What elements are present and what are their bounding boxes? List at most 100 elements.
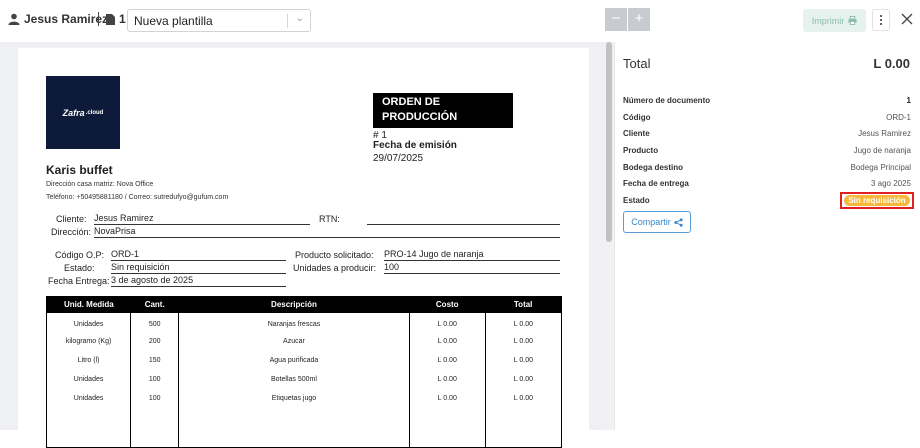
- direccion-label: Dirección:: [51, 227, 92, 237]
- cell-descripcion: Botellas 500ml: [178, 369, 410, 389]
- col-cantidad: Cant.: [130, 296, 179, 313]
- cell-unidad: Unidades: [45, 369, 132, 389]
- table-row: Unidades 100 Etiquetas jugo L 0.00 L 0.0…: [45, 388, 563, 408]
- empty-cell: [45, 407, 132, 448]
- document-count: 1: [106, 12, 126, 26]
- cell-descripcion: Naranjas frescas: [178, 312, 410, 332]
- unidades-value: 100: [384, 262, 560, 274]
- cell-unidad: Litro (l): [45, 350, 132, 370]
- field-value-producto: Jugo de naranja: [853, 146, 911, 155]
- cell-total: L 0.00: [484, 388, 563, 408]
- field-label-bodega: Bodega destino: [623, 163, 684, 172]
- cell-costo: L 0.00: [408, 388, 486, 408]
- col-costo: Costo: [409, 296, 486, 313]
- template-select[interactable]: Nueva plantilla ⌄: [127, 9, 311, 32]
- more-options-button[interactable]: [872, 9, 890, 31]
- top-bar: Jesus Ramirez 1 Nueva plantilla ⌄ − + Im…: [0, 0, 920, 42]
- cell-descripcion: Azucar: [178, 331, 410, 351]
- logo-suffix: .cloud: [85, 109, 104, 116]
- user-icon: [8, 13, 20, 25]
- field-value-fecha-entrega: 3 ago 2025: [870, 179, 911, 188]
- document-preview-area[interactable]: Zafra .cloud ORDEN DE PRODUCCIÓN # 1 Fech…: [0, 42, 604, 448]
- print-button-label: Imprimir: [811, 15, 845, 26]
- cell-costo: L 0.00: [408, 350, 486, 370]
- cell-unidad: Unidades: [45, 388, 132, 408]
- share-button-label: Compartir: [631, 217, 671, 227]
- empty-cell: [178, 407, 410, 448]
- producto-label: Producto solicitado:: [295, 250, 374, 260]
- table-empty-row: [45, 407, 563, 448]
- more-dot: [880, 19, 882, 21]
- empty-cell: [130, 407, 180, 448]
- select-divider: [287, 14, 288, 28]
- field-label-cliente: Cliente: [623, 129, 650, 138]
- header-divider: [98, 12, 99, 26]
- producto-value: PRO-14 Jugo de naranja: [384, 249, 560, 261]
- user-name: Jesus Ramirez: [24, 12, 109, 26]
- field-label-codigo: Código: [623, 113, 651, 122]
- company-name: Karis buffet: [46, 163, 113, 177]
- zoom-in-button[interactable]: +: [628, 8, 650, 31]
- cell-total: L 0.00: [484, 312, 563, 332]
- field-value-numero: 1: [906, 96, 911, 105]
- field-label-estado: Estado: [623, 196, 650, 205]
- rtn-value: [367, 213, 560, 225]
- order-title-line2: PRODUCCIÓN: [382, 111, 458, 123]
- preview-scrollbar-thumb[interactable]: [606, 42, 612, 242]
- field-value-bodega: Bodega Principal: [850, 163, 911, 172]
- close-icon[interactable]: [899, 11, 915, 27]
- emission-date: 29/07/2025: [373, 153, 424, 164]
- template-select-value: Nueva plantilla: [134, 14, 213, 28]
- cell-descripcion: Etiquetas jugo: [178, 388, 410, 408]
- order-title-line1: ORDEN DE: [382, 96, 441, 108]
- more-dot: [880, 23, 882, 25]
- company-logo: Zafra .cloud: [46, 76, 120, 149]
- rtn-label: RTN:: [319, 214, 340, 224]
- document-count-value: 1: [119, 12, 126, 26]
- user-indicator: Jesus Ramirez: [8, 12, 108, 26]
- status-badge: Sin requisición: [844, 195, 910, 206]
- cell-unidad: Unidades: [45, 312, 132, 332]
- field-label-fecha-entrega: Fecha de entrega: [623, 179, 689, 188]
- share-button[interactable]: Compartir: [623, 211, 691, 233]
- codigo-label: Código O.P:: [55, 250, 105, 260]
- cell-cantidad: 150: [130, 350, 180, 370]
- table-row: Unidades 500 Naranjas frescas L 0.00 L 0…: [45, 312, 563, 332]
- field-value-cliente: Jesus Ramirez: [858, 129, 911, 138]
- cell-cantidad: 500: [130, 312, 180, 332]
- print-button[interactable]: Imprimir: [803, 9, 866, 32]
- status-badge-highlight: Sin requisición: [840, 192, 914, 209]
- cell-costo: L 0.00: [408, 369, 486, 389]
- entrega-value: 3 de agosto de 2025: [111, 275, 286, 287]
- printer-icon: [848, 16, 857, 25]
- direccion-value: NovaPrisa: [94, 226, 560, 238]
- cell-cantidad: 100: [130, 388, 180, 408]
- empty-cell: [408, 407, 486, 448]
- estado-value: Sin requisición: [111, 262, 286, 274]
- cell-cantidad: 200: [130, 331, 180, 351]
- zoom-controls: − +: [605, 8, 650, 31]
- estado-label: Estado:: [64, 263, 95, 273]
- entrega-label: Fecha Entrega:: [48, 276, 110, 286]
- more-dot: [880, 15, 882, 17]
- emission-label: Fecha de emisión: [373, 140, 457, 151]
- cell-descripcion: Agua purificada: [178, 350, 410, 370]
- col-descripcion: Descripción: [178, 296, 410, 313]
- table-row: Unidades 100 Botellas 500ml L 0.00 L 0.0…: [45, 369, 563, 389]
- materials-table: Unid. Medida Cant. Descripción Costo Tot…: [45, 296, 563, 448]
- logo-text: Zafra: [62, 107, 85, 118]
- share-icon: [674, 217, 683, 227]
- chevron-down-icon[interactable]: ⌄: [296, 13, 304, 24]
- field-label-numero: Número de documento: [623, 96, 711, 105]
- cell-cantidad: 100: [130, 369, 180, 389]
- total-value: L 0.00: [873, 56, 910, 71]
- file-icon: [106, 13, 115, 25]
- unidades-label: Unidades a producir:: [293, 263, 377, 273]
- codigo-value: ORD-1: [111, 249, 286, 261]
- col-unidad-medida: Unid. Medida: [46, 296, 131, 313]
- order-title: ORDEN DE PRODUCCIÓN: [373, 93, 513, 128]
- document-page: Zafra .cloud ORDEN DE PRODUCCIÓN # 1 Fech…: [18, 48, 589, 448]
- zoom-out-button[interactable]: −: [605, 8, 627, 31]
- cell-total: L 0.00: [484, 350, 563, 370]
- total-label: Total: [623, 56, 651, 71]
